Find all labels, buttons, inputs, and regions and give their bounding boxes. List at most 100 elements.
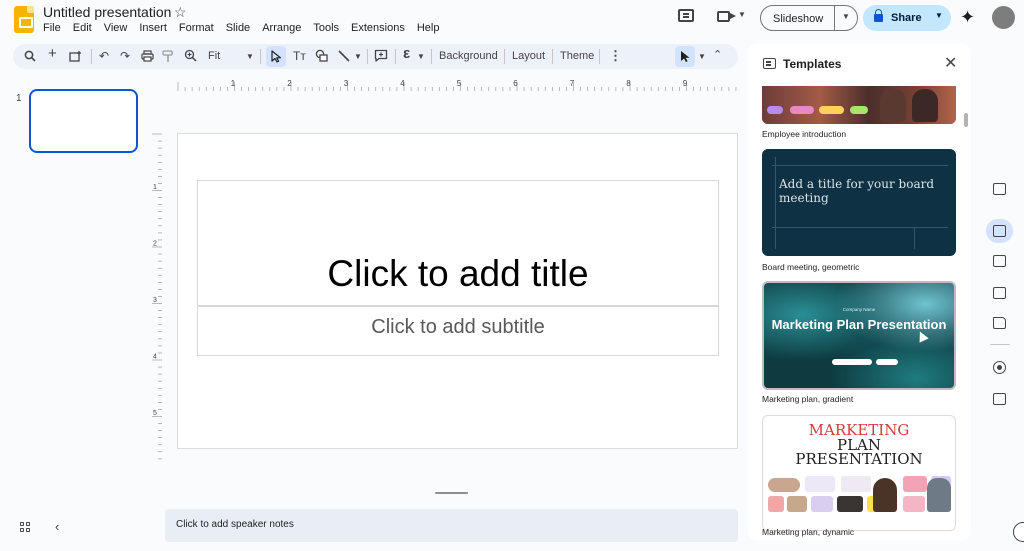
- print-icon[interactable]: [141, 50, 154, 62]
- template-card-board-meeting[interactable]: Add a title for your board meeting: [762, 149, 956, 256]
- ruler-label: 3: [344, 79, 349, 88]
- search-icon[interactable]: [24, 50, 36, 62]
- toolbar-divider: [552, 49, 553, 64]
- undo-icon[interactable]: ↶: [99, 49, 109, 63]
- zoom-chevron-down-icon[interactable]: ▼: [246, 50, 254, 64]
- template-preview-line: [772, 227, 948, 228]
- template-preview-person: [880, 89, 906, 122]
- input-tools-icon[interactable]: ε: [403, 46, 410, 61]
- menu-edit[interactable]: Edit: [73, 22, 98, 34]
- scrollbar[interactable]: [964, 113, 968, 127]
- title-placeholder[interactable]: Click to add title: [197, 180, 719, 306]
- templates-title: Templates: [783, 57, 842, 71]
- gemini-sparkle-icon[interactable]: ✦: [960, 8, 975, 26]
- layout-button[interactable]: Layout: [512, 50, 545, 62]
- menu-format[interactable]: Format: [179, 22, 220, 34]
- pointer-chevron-down-icon[interactable]: ▼: [698, 50, 706, 64]
- video-rail-icon[interactable]: [993, 393, 1006, 405]
- pointer-icon[interactable]: [680, 50, 691, 63]
- menu-help[interactable]: Help: [417, 22, 446, 34]
- ruler-label: 4: [400, 79, 405, 88]
- folder-icon[interactable]: [993, 317, 1006, 329]
- paint-format-icon[interactable]: [162, 50, 174, 63]
- subtitle-placeholder[interactable]: Click to add subtitle: [197, 306, 719, 356]
- document-title[interactable]: Untitled presentation: [43, 4, 171, 20]
- template-preview-tile: [903, 476, 927, 492]
- collapse-toolbar-chevron-up-icon[interactable]: ⌃: [713, 48, 722, 62]
- meet-chevron-down-icon[interactable]: ▼: [738, 10, 746, 19]
- line-icon[interactable]: [337, 49, 351, 63]
- menu-extensions[interactable]: Extensions: [351, 22, 411, 34]
- new-slide-layout-icon[interactable]: [69, 50, 82, 63]
- avatar[interactable]: [992, 6, 1015, 29]
- line-chevron-down-icon[interactable]: ▼: [354, 50, 362, 64]
- slideshow-divider: [834, 6, 835, 30]
- toolbar-divider: [367, 49, 368, 64]
- ruler-label: 1: [231, 79, 236, 88]
- input-tools-chevron-down-icon[interactable]: ▼: [417, 50, 425, 64]
- slides-logo-icon[interactable]: [14, 6, 34, 33]
- record-icon[interactable]: [993, 361, 1006, 374]
- title-placeholder-text: Click to add title: [327, 253, 589, 294]
- more-options-icon[interactable]: ⋮: [609, 49, 622, 63]
- menu-arrange[interactable]: Arrange: [262, 22, 307, 34]
- ruler-label: 1: [153, 184, 157, 191]
- gallery-icon[interactable]: [993, 255, 1006, 267]
- zoom-select[interactable]: Fit: [208, 50, 220, 62]
- notes-resize-handle[interactable]: [435, 492, 468, 494]
- grid-view-icon[interactable]: [20, 522, 31, 533]
- comments-icon[interactable]: [678, 9, 694, 22]
- zoom-icon[interactable]: [184, 49, 198, 63]
- ruler-label: 9: [683, 79, 688, 88]
- share-chevron-down-icon[interactable]: ▼: [935, 11, 943, 20]
- collapse-filmstrip-chevron-left-icon[interactable]: ‹: [55, 519, 59, 534]
- template-preview-pill: [848, 359, 872, 365]
- select-cursor-icon[interactable]: [271, 50, 282, 63]
- title-bar: Untitled presentation ☆ File Edit View I…: [0, 0, 1024, 40]
- expand-side-panel-icon[interactable]: [1013, 522, 1024, 542]
- subtitle-placeholder-text: Click to add subtitle: [371, 316, 545, 338]
- template-label: Employee introduction: [762, 129, 847, 139]
- template-label: Board meeting, geometric: [762, 262, 860, 272]
- speaker-notes[interactable]: Click to add speaker notes: [165, 509, 738, 542]
- template-card-employee-introduction[interactable]: [762, 86, 956, 124]
- template-preview-person: [912, 89, 938, 122]
- template-label: Marketing plan, dynamic: [762, 527, 855, 537]
- slide-number: 1: [16, 93, 22, 104]
- menu-tools[interactable]: Tools: [313, 22, 345, 34]
- template-preview-title-line: PRESENTATION: [795, 450, 923, 468]
- templates-rail-icon[interactable]: [993, 225, 1006, 237]
- slideshow-chevron-down-icon[interactable]: ▼: [842, 12, 850, 21]
- slide-canvas[interactable]: Click to add title Click to add subtitle: [177, 133, 738, 449]
- speaker-notes-placeholder: Click to add speaker notes: [176, 519, 294, 530]
- slide-thumbnail[interactable]: [29, 89, 138, 153]
- redo-icon[interactable]: ↷: [120, 49, 130, 63]
- template-preview-pill: [767, 106, 783, 114]
- comment-add-icon[interactable]: [374, 49, 388, 63]
- new-slide-icon[interactable]: +: [48, 46, 57, 61]
- background-button[interactable]: Background: [439, 50, 498, 62]
- template-preview-line: [775, 157, 776, 249]
- toolbar-divider: [431, 49, 432, 64]
- menu-insert[interactable]: Insert: [139, 22, 173, 34]
- template-preview-company: Company Name: [842, 307, 876, 312]
- star-icon[interactable]: ☆: [174, 4, 187, 21]
- template-preview-title: Add a title for your board meeting: [779, 177, 935, 205]
- slideshow-button[interactable]: Slideshow ▼: [760, 5, 858, 31]
- toolbar-divider: [91, 49, 92, 64]
- share-button[interactable]: Share ▼: [863, 5, 951, 31]
- template-card-marketing-dynamic[interactable]: MARKETING PLAN PRESENTATION: [762, 415, 956, 531]
- theme-button[interactable]: Theme: [560, 50, 594, 62]
- toolbar-divider: [395, 49, 396, 64]
- menu-view[interactable]: View: [104, 22, 134, 34]
- menu-file[interactable]: File: [43, 22, 67, 34]
- close-icon[interactable]: ✕: [944, 53, 957, 73]
- image-edit-icon[interactable]: [993, 287, 1006, 299]
- meet-video-icon[interactable]: [717, 11, 736, 22]
- add-image-icon[interactable]: [993, 183, 1006, 195]
- text-box-icon[interactable]: Tт: [293, 49, 306, 63]
- toolbar-divider: [260, 49, 261, 64]
- template-card-marketing-gradient[interactable]: Company Name Marketing Plan Presentation: [762, 281, 956, 390]
- menu-slide[interactable]: Slide: [226, 22, 256, 34]
- shape-icon[interactable]: [315, 49, 329, 63]
